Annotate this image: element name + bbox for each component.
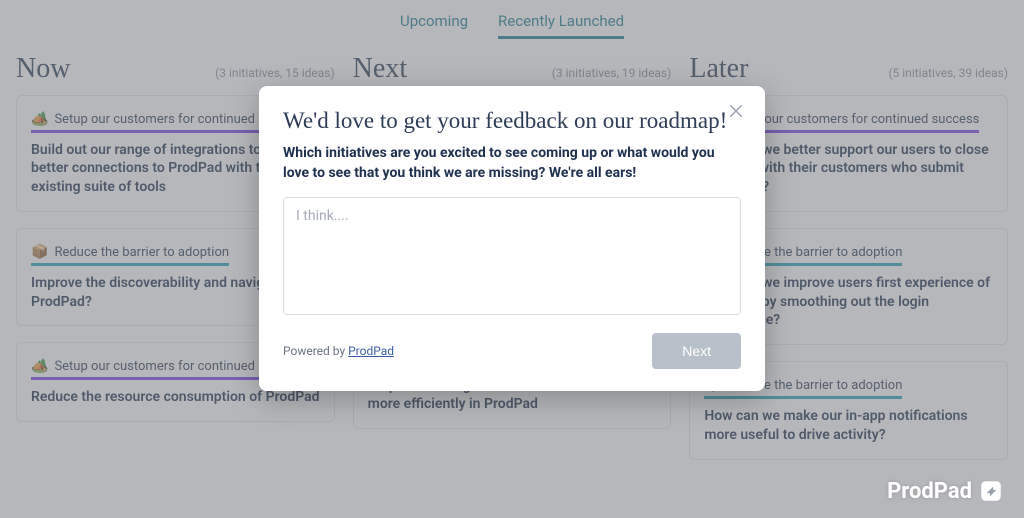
prodpad-link[interactable]: ProdPad bbox=[348, 344, 394, 358]
powered-by: Powered by ProdPad bbox=[283, 344, 394, 358]
prodpad-brand: ProdPad bbox=[887, 478, 1004, 504]
modal-title: We'd love to get your feedback on our ro… bbox=[283, 108, 741, 134]
close-icon bbox=[727, 102, 745, 120]
brand-text: ProdPad bbox=[887, 479, 972, 504]
modal-overlay: We'd love to get your feedback on our ro… bbox=[0, 0, 1024, 518]
prodpad-logo-icon bbox=[978, 478, 1004, 504]
feedback-modal: We'd love to get your feedback on our ro… bbox=[259, 86, 765, 391]
modal-question: Which initiatives are you excited to see… bbox=[283, 144, 741, 183]
close-button[interactable] bbox=[727, 102, 749, 124]
next-button[interactable]: Next bbox=[652, 333, 741, 369]
feedback-textarea[interactable] bbox=[283, 197, 741, 315]
